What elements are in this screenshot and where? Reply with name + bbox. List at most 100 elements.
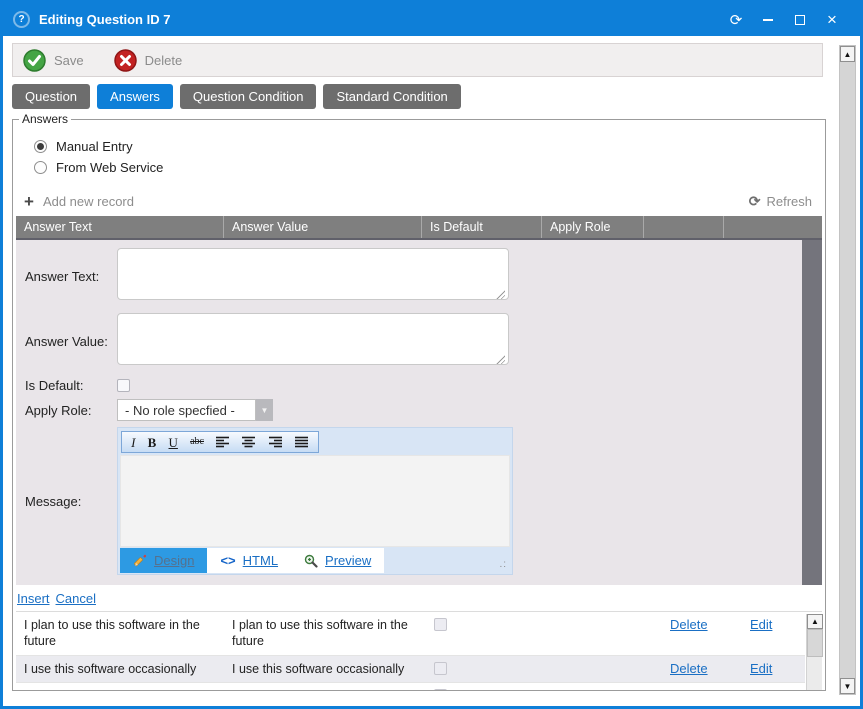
answer-value-label: Answer Value: <box>16 334 117 349</box>
header-answer-value[interactable]: Answer Value <box>224 216 422 238</box>
bold-icon[interactable]: B <box>148 436 157 449</box>
grid-command-row: + Add new record ⟳ Refresh <box>16 186 822 216</box>
close-icon[interactable]: × <box>816 8 848 32</box>
save-label: Save <box>54 53 84 68</box>
grid-scrollbar[interactable]: ▲ ▼ <box>806 614 822 691</box>
design-tab-label: Design <box>154 553 194 568</box>
save-button[interactable]: Save <box>23 49 84 72</box>
scrollbar-thumb[interactable] <box>807 629 823 657</box>
underline-icon[interactable]: U <box>169 436 178 449</box>
cell-answer-value: I use this software regularly <box>224 683 422 691</box>
window-title: Editing Question ID 7 <box>39 12 170 27</box>
refresh-grid-button[interactable]: ⟳ Refresh <box>749 193 812 210</box>
grid-header: Answer Text Answer Value Is Default Appl… <box>16 216 822 238</box>
header-apply-role[interactable]: Apply Role <box>542 216 644 238</box>
grid-rows-area: I plan to use this software in the futur… <box>16 611 822 691</box>
answer-value-input[interactable] <box>117 313 509 365</box>
is-default-label: Is Default: <box>16 378 117 393</box>
edit-link[interactable]: Edit <box>750 617 772 632</box>
table-row: I use this software regularly I use this… <box>16 683 805 691</box>
delete-link[interactable]: Delete <box>670 661 708 676</box>
message-label: Message: <box>16 494 117 509</box>
is-default-checkbox[interactable] <box>117 379 130 392</box>
grid-rows: I plan to use this software in the futur… <box>16 612 805 691</box>
editor-resize-grip[interactable]: .: <box>499 559 507 570</box>
scroll-up-icon[interactable]: ▲ <box>807 614 823 629</box>
minimize-icon[interactable] <box>752 8 784 32</box>
cell-is-default <box>422 612 542 655</box>
answers-legend: Answers <box>19 112 71 126</box>
message-input[interactable] <box>120 455 510 547</box>
cell-apply-role <box>542 656 644 683</box>
strikethrough-icon[interactable]: abc <box>190 437 204 447</box>
table-row: I use this software occasionally I use t… <box>16 656 805 684</box>
tab-question-condition[interactable]: Question Condition <box>180 84 317 109</box>
answer-text-label: Answer Text: <box>16 269 117 284</box>
toolbar: Save Delete <box>12 43 823 77</box>
refresh-label: Refresh <box>766 194 812 209</box>
dialog-scrollbar[interactable]: ▲ ▼ <box>839 45 856 695</box>
italic-icon[interactable]: I <box>131 436 135 449</box>
header-empty-1 <box>644 216 724 238</box>
cell-answer-value: I plan to use this software in the futur… <box>224 612 422 655</box>
tab-standard-condition[interactable]: Standard Condition <box>323 84 460 109</box>
cell-answer-text: I plan to use this software in the futur… <box>16 612 224 655</box>
align-center-icon[interactable] <box>242 436 256 448</box>
align-left-icon[interactable] <box>216 436 230 448</box>
justify-icon[interactable] <box>295 436 309 448</box>
tab-question[interactable]: Question <box>12 84 90 109</box>
answers-groupbox: Answers Manual Entry From Web Service + … <box>12 112 826 691</box>
editor-preview-tab[interactable]: Preview <box>291 548 384 573</box>
apply-role-label: Apply Role: <box>16 403 117 418</box>
from-web-service-radio[interactable]: From Web Service <box>34 160 822 175</box>
delete-x-icon <box>114 49 137 72</box>
refresh-window-icon[interactable]: ⟳ <box>720 8 752 32</box>
add-new-record-button[interactable]: + Add new record <box>24 193 134 210</box>
message-row: Message: I B U abc <box>16 427 822 575</box>
apply-role-value: - No role specfied - <box>117 399 256 421</box>
code-brackets-icon: <> <box>220 553 235 568</box>
help-icon[interactable]: ? <box>13 11 30 28</box>
row-is-default-checkbox <box>434 662 447 675</box>
titlebar: ? Editing Question ID 7 ⟳ × <box>3 3 860 36</box>
add-new-record-label: Add new record <box>43 194 134 209</box>
apply-role-dropdown[interactable]: - No role specfied - ▼ <box>117 399 273 421</box>
delete-button[interactable]: Delete <box>114 49 183 72</box>
header-answer-text[interactable]: Answer Text <box>16 216 224 238</box>
edit-link[interactable]: Edit <box>750 688 772 691</box>
tab-answers[interactable]: Answers <box>97 84 173 109</box>
answer-text-input[interactable] <box>117 248 509 300</box>
format-toolbar: I B U abc <box>121 431 319 453</box>
radio-selected-icon <box>34 140 47 153</box>
inline-edit-form: Answer Text: Answer Value: <box>16 238 822 585</box>
preview-magnifier-icon <box>304 554 318 568</box>
align-right-icon[interactable] <box>269 436 283 448</box>
delete-link[interactable]: Delete <box>670 617 708 632</box>
scroll-up-icon[interactable]: ▲ <box>840 46 855 62</box>
edit-link[interactable]: Edit <box>750 661 772 676</box>
dialog-window: ? Editing Question ID 7 ⟳ × Save <box>0 0 863 709</box>
manual-entry-label: Manual Entry <box>56 139 133 154</box>
maximize-icon[interactable] <box>784 8 816 32</box>
insert-link[interactable]: Insert <box>17 591 50 606</box>
row-is-default-checkbox <box>434 689 447 691</box>
cell-answer-value: I use this software occasionally <box>224 656 422 683</box>
scroll-down-icon[interactable]: ▼ <box>840 678 855 694</box>
answers-grid: Answer Text Answer Value Is Default Appl… <box>16 216 822 691</box>
editor-mode-bar: Design <> HTML <box>118 547 512 574</box>
cell-answer-text: I use this software occasionally <box>16 656 224 683</box>
header-is-default[interactable]: Is Default <box>422 216 542 238</box>
answer-text-row: Answer Text: <box>16 248 822 305</box>
cell-answer-text: I use this software regularly <box>16 683 224 691</box>
editor-design-tab[interactable]: Design <box>120 548 207 573</box>
delete-link[interactable]: Delete <box>670 688 708 691</box>
manual-entry-radio[interactable]: Manual Entry <box>34 139 822 154</box>
cell-is-default <box>422 683 542 691</box>
save-check-icon <box>23 49 46 72</box>
form-action-links: Insert Cancel <box>16 585 822 611</box>
apply-role-row: Apply Role: - No role specfied - ▼ <box>16 399 822 421</box>
message-rich-editor: I B U abc <box>117 427 513 575</box>
editor-html-tab[interactable]: <> HTML <box>207 548 291 573</box>
cancel-link[interactable]: Cancel <box>56 591 96 606</box>
dropdown-arrow-icon[interactable]: ▼ <box>256 399 273 421</box>
